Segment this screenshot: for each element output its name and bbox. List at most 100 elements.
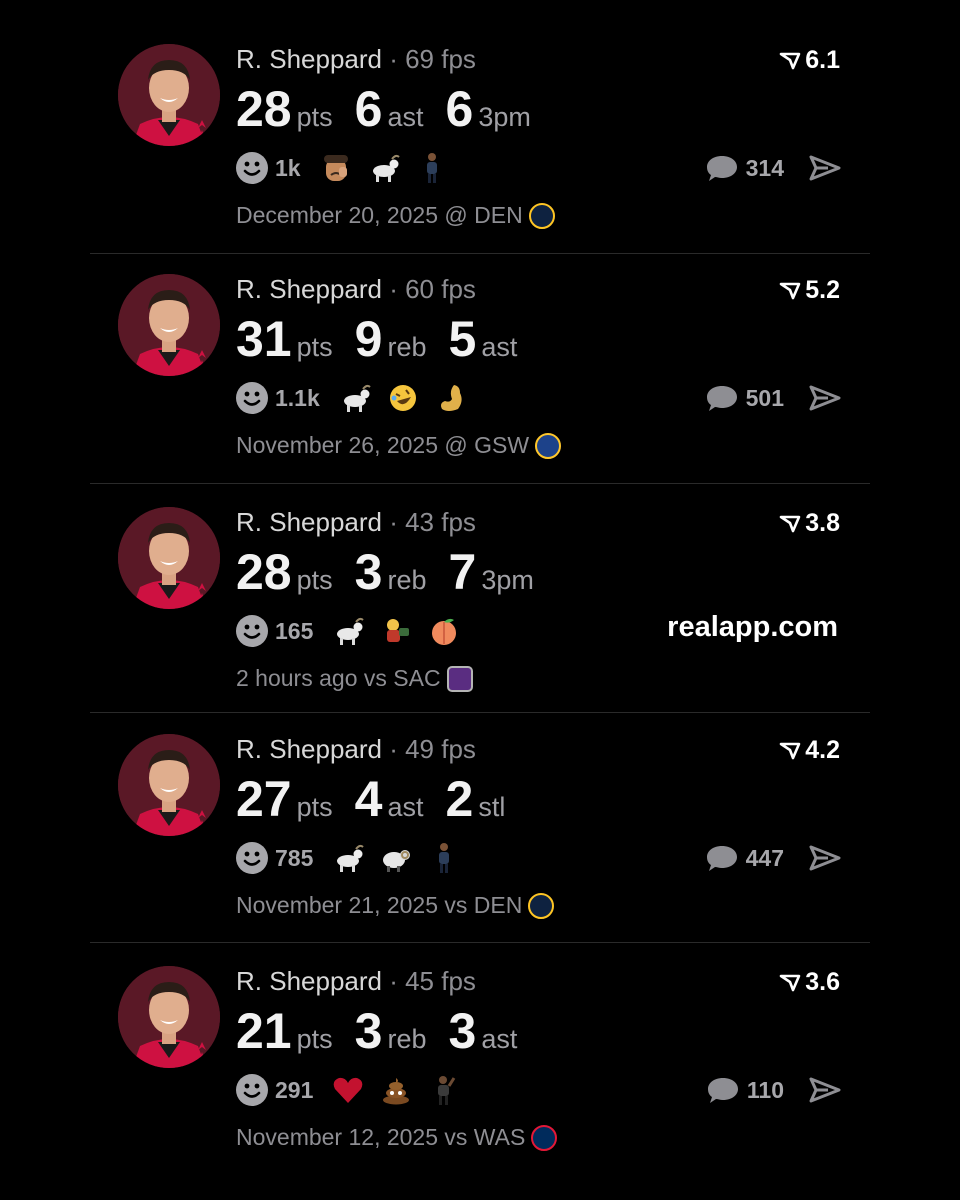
comment-icon[interactable] (705, 153, 739, 183)
post-card[interactable]: R. Sheppard · 43 fps 3.8 28 pts 3 reb 7 3pm… (90, 463, 870, 692)
nuggets-logo-icon (528, 892, 555, 919)
share-icon[interactable] (808, 154, 842, 182)
reaction-count[interactable]: 1.1k (275, 385, 320, 412)
player-avatar[interactable] (118, 274, 220, 376)
stat-item: 28 pts (236, 80, 333, 138)
post-card[interactable]: R. Sheppard · 69 fps 6.1 28 pts 6 ast 6 3pm… (90, 0, 870, 229)
share-icon[interactable] (808, 1076, 842, 1104)
smiley-react-icon[interactable] (236, 1074, 268, 1106)
feed: R. Sheppard · 69 fps 6.1 28 pts 6 ast 6 3pm… (0, 0, 960, 1200)
stat-number: 3 (354, 1003, 383, 1059)
player-avatar[interactable] (118, 734, 220, 836)
fps-label: 69 fps (405, 44, 476, 74)
reaction-count[interactable]: 1k (275, 155, 301, 182)
peach-emoji-icon[interactable] (427, 614, 461, 648)
rating-arrow-icon (779, 282, 801, 299)
red-heart-emoji-icon[interactable] (331, 1073, 365, 1107)
comment-count[interactable]: 501 (746, 385, 784, 412)
reaction-count[interactable]: 165 (275, 618, 313, 645)
rating-arrow-icon (779, 742, 801, 759)
stat-number: 3 (448, 1003, 477, 1059)
stat-number: 9 (354, 311, 383, 367)
game-date: November 21, 2025 vs DEN (236, 892, 523, 918)
smiley-react-icon[interactable] (236, 382, 268, 414)
comment-count[interactable]: 110 (747, 1077, 784, 1104)
comment-count[interactable]: 447 (746, 845, 784, 872)
separator-dot: · (381, 274, 406, 304)
nuggets-logo-icon (528, 202, 555, 229)
rating-arrow-icon (779, 515, 801, 532)
reaction-bar: 1.1k (236, 380, 482, 416)
stat-item: 9 reb (355, 310, 427, 368)
smiley-react-icon[interactable] (236, 842, 268, 874)
reaction-count[interactable]: 785 (275, 845, 313, 872)
ram-emoji-icon[interactable] (379, 841, 413, 875)
player-celebrating-emoji-icon[interactable] (427, 1073, 461, 1107)
player-name[interactable]: R. Sheppard (236, 274, 382, 304)
comment-icon[interactable] (705, 383, 739, 413)
stat-unit: stl (478, 792, 506, 822)
cartoon-character-emoji-icon[interactable] (379, 614, 413, 648)
stat-line: 28 pts 3 reb 7 3pm (236, 543, 556, 603)
player-avatar[interactable] (118, 966, 220, 1068)
share-icon[interactable] (808, 844, 842, 872)
player-avatar[interactable] (118, 44, 220, 146)
rating-badge: 5.2 (779, 276, 840, 305)
comment-icon[interactable] (705, 843, 739, 873)
player-name[interactable]: R. Sheppard (236, 966, 382, 996)
rolling-laughing-emoji-icon[interactable] (386, 381, 420, 415)
pile-of-poo-emoji-icon[interactable] (379, 1073, 413, 1107)
post-header: R. Sheppard · 49 fps (236, 734, 476, 770)
game-info: November 26, 2025 @ GSW (236, 432, 562, 459)
crying-face-emoji-icon[interactable] (319, 151, 353, 185)
comment-icon[interactable] (706, 1075, 740, 1105)
stat-number: 2 (445, 771, 474, 827)
goat-emoji-icon[interactable] (331, 841, 365, 875)
stat-line: 21 pts 3 reb 3 ast (236, 1002, 539, 1062)
stat-item: 3 reb (355, 543, 427, 601)
goat-emoji-icon[interactable] (338, 381, 372, 415)
player-name[interactable]: R. Sheppard (236, 734, 382, 764)
rating-arrow-icon (779, 52, 801, 69)
smiley-react-icon[interactable] (236, 615, 268, 647)
post-header: R. Sheppard · 45 fps (236, 966, 476, 1002)
reaction-bar: 165 (236, 613, 475, 649)
stat-item: 5 ast (449, 310, 518, 368)
flexed-biceps-emoji-icon[interactable] (434, 381, 468, 415)
post-card[interactable]: R. Sheppard · 49 fps 4.2 27 pts 4 ast 2 stl… (90, 690, 870, 919)
stat-unit: pts (296, 565, 333, 595)
post-card[interactable]: R. Sheppard · 60 fps 5.2 31 pts 9 reb 5 ast… (90, 230, 870, 459)
stat-item: 4 ast (355, 770, 424, 828)
stat-number: 7 (448, 544, 477, 600)
comment-count[interactable]: 314 (746, 155, 784, 182)
share-icon[interactable] (808, 384, 842, 412)
game-info: November 12, 2025 vs WAS (236, 1124, 558, 1151)
stat-number: 27 (236, 771, 292, 827)
person-standing-emoji-icon[interactable] (427, 841, 461, 875)
player-name[interactable]: R. Sheppard (236, 44, 382, 74)
post-header: R. Sheppard · 60 fps (236, 274, 476, 310)
player-avatar[interactable] (118, 507, 220, 609)
person-standing-emoji-icon[interactable] (415, 151, 449, 185)
rating-badge: 6.1 (779, 46, 840, 75)
game-date: November 26, 2025 @ GSW (236, 432, 530, 458)
post-card[interactable]: R. Sheppard · 45 fps 3.6 21 pts 3 reb 3 ast… (90, 922, 870, 1151)
stat-item: 7 3pm (449, 543, 534, 601)
player-name[interactable]: R. Sheppard (236, 507, 382, 537)
wizards-logo-icon (531, 1124, 558, 1151)
stat-unit: pts (296, 332, 333, 362)
stat-unit: pts (296, 1024, 333, 1054)
smiley-react-icon[interactable] (236, 152, 268, 184)
game-info: November 21, 2025 vs DEN (236, 892, 555, 919)
stat-unit: reb (387, 565, 427, 595)
fps-label: 45 fps (405, 966, 476, 996)
post-header: R. Sheppard · 43 fps (236, 507, 476, 543)
stat-unit: pts (296, 102, 333, 132)
goat-emoji-icon[interactable] (367, 151, 401, 185)
goat-emoji-icon[interactable] (331, 614, 365, 648)
fps-label: 43 fps (405, 507, 476, 537)
post-actions: 314 (705, 150, 842, 186)
separator-dot: · (381, 507, 406, 537)
separator-dot: · (381, 44, 406, 74)
reaction-count[interactable]: 291 (275, 1077, 313, 1104)
